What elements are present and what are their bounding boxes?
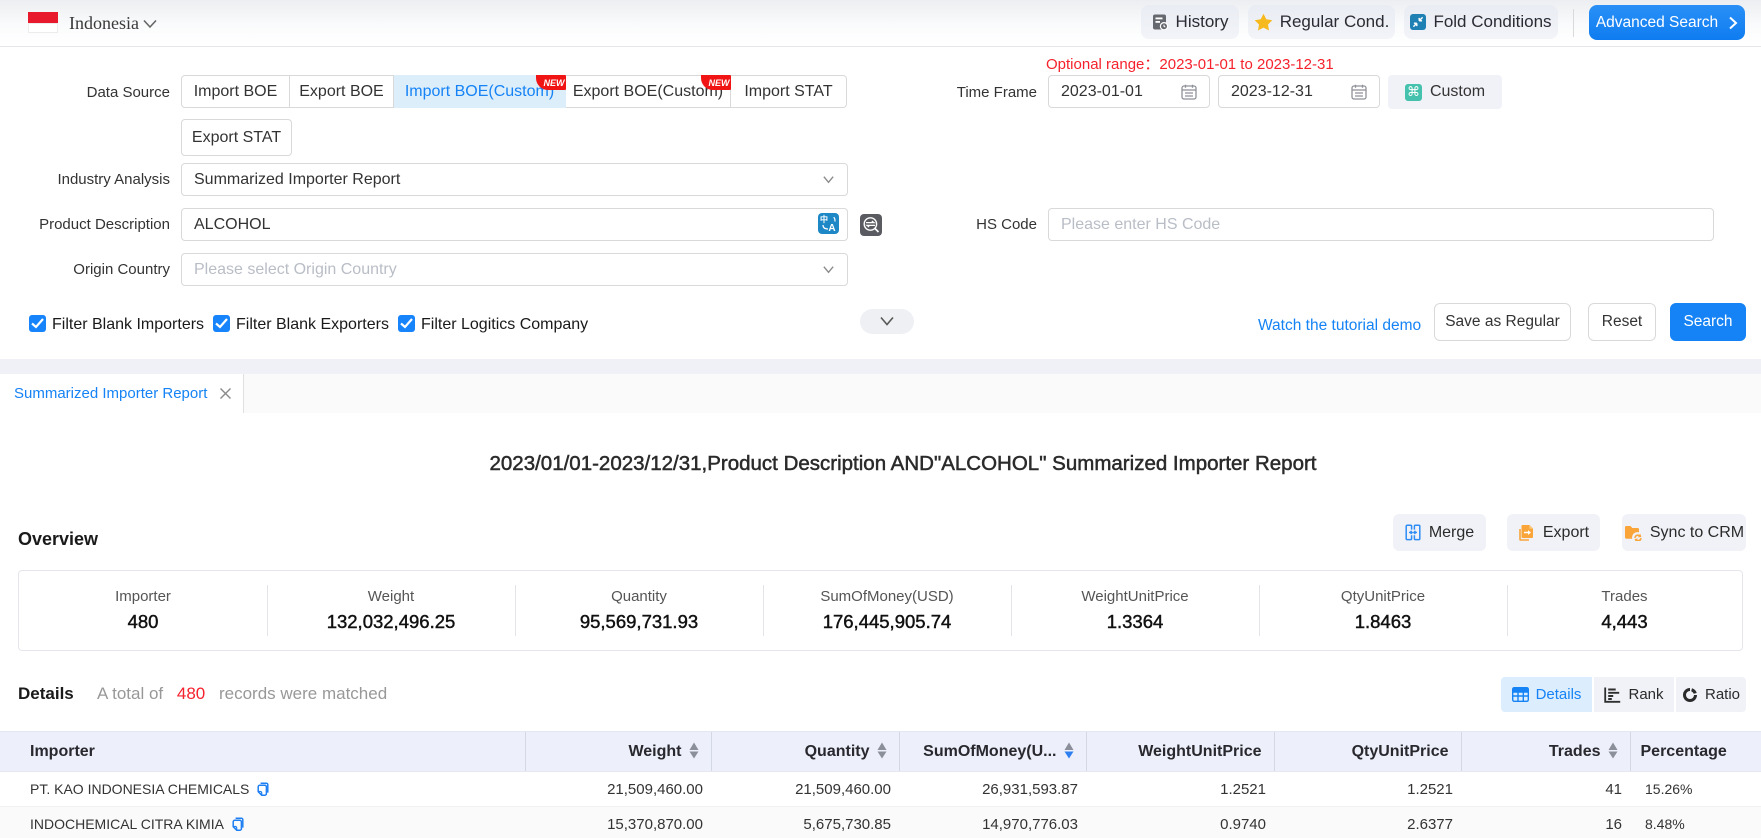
svg-text:A: A — [828, 223, 835, 234]
svg-text:中: 中 — [820, 214, 828, 224]
